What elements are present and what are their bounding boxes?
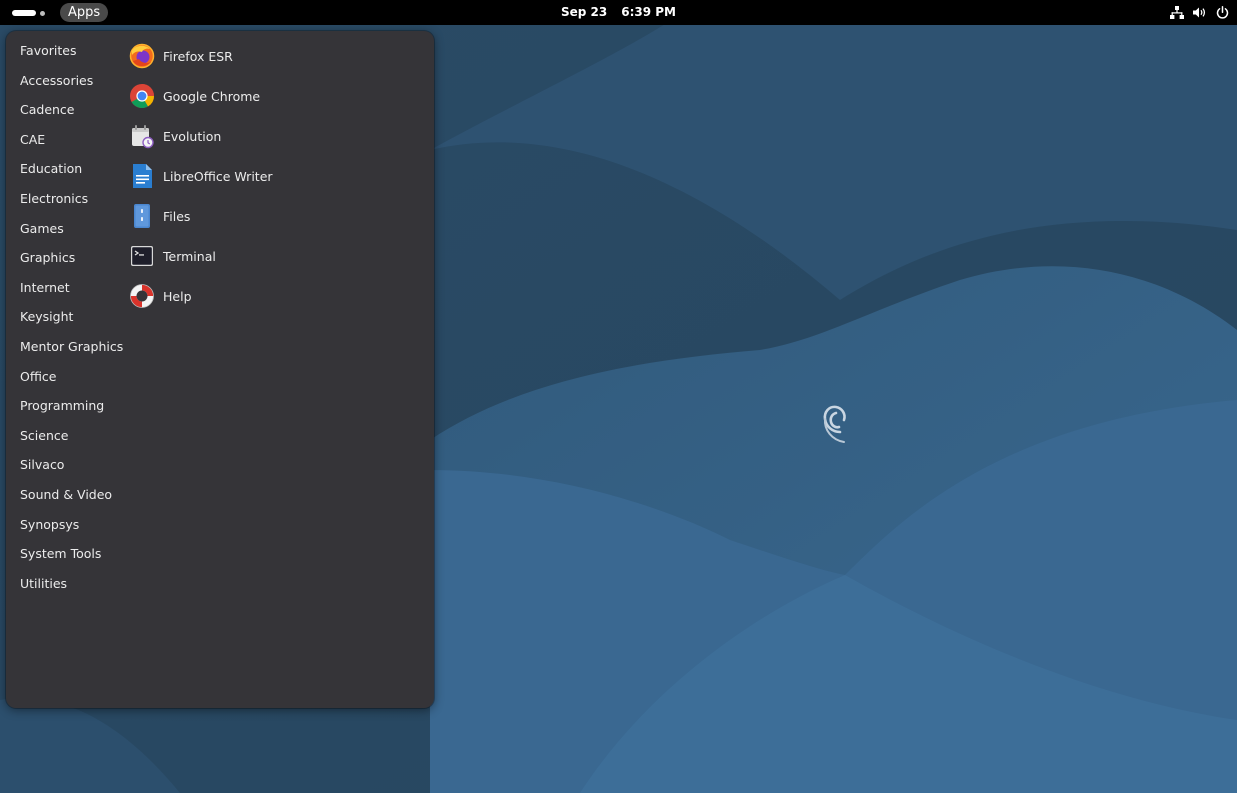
app-item-google-chrome[interactable]: Google Chrome — [129, 76, 273, 116]
help-icon — [129, 283, 155, 309]
app-item-label: LibreOffice Writer — [163, 168, 273, 184]
category-cadence[interactable]: Cadence — [6, 95, 121, 125]
app-item-evolution[interactable]: Evolution — [129, 116, 273, 156]
workspace-indicator-active — [12, 10, 36, 16]
category-internet[interactable]: Internet — [6, 273, 121, 303]
clock-date[interactable]: Sep 23 — [561, 5, 607, 19]
app-item-label: Help — [163, 288, 192, 304]
power-icon[interactable] — [1216, 6, 1229, 19]
app-item-terminal[interactable]: Terminal — [129, 236, 273, 276]
app-list: Firefox ESR Google Chrome Evolution Libr… — [129, 36, 273, 316]
volume-icon[interactable] — [1193, 6, 1207, 19]
firefox-icon — [129, 43, 155, 69]
category-utilities[interactable]: Utilities — [6, 569, 121, 599]
category-mentor-graphics[interactable]: Mentor Graphics — [6, 332, 123, 362]
clock-time[interactable]: 6:39 PM — [621, 5, 676, 19]
app-item-files[interactable]: Files — [129, 196, 273, 236]
app-item-label: Evolution — [163, 128, 222, 144]
category-graphics[interactable]: Graphics — [6, 243, 121, 273]
category-synopsys[interactable]: Synopsys — [6, 510, 121, 540]
evolution-icon — [129, 123, 155, 149]
category-electronics[interactable]: Electronics — [6, 184, 121, 214]
app-item-label: Terminal — [163, 248, 216, 264]
workspace-indicator — [40, 11, 45, 16]
libreoffice-writer-icon — [129, 163, 155, 189]
category-favorites[interactable]: Favorites — [6, 36, 121, 66]
category-programming[interactable]: Programming — [6, 391, 121, 421]
app-item-label: Files — [163, 208, 191, 224]
activities-button[interactable] — [12, 4, 48, 21]
category-games[interactable]: Games — [6, 214, 121, 244]
category-silvaco[interactable]: Silvaco — [6, 450, 121, 480]
app-item-label: Google Chrome — [163, 88, 261, 104]
category-cae[interactable]: CAE — [6, 125, 121, 155]
category-office[interactable]: Office — [6, 362, 121, 392]
category-list: Favorites Accessories Cadence CAE Educat… — [6, 36, 123, 599]
category-education[interactable]: Education — [6, 154, 121, 184]
app-item-label: Firefox ESR — [163, 48, 233, 64]
top-panel: Apps Sep 23 6:39 PM — [0, 0, 1237, 25]
clock: Sep 23 6:39 PM — [0, 0, 1237, 25]
category-system-tools[interactable]: System Tools — [6, 539, 121, 569]
category-keysight[interactable]: Keysight — [6, 302, 121, 332]
app-item-help[interactable]: Help — [129, 276, 273, 316]
apps-button[interactable]: Apps — [60, 3, 109, 22]
category-science[interactable]: Science — [6, 421, 121, 451]
app-item-firefox[interactable]: Firefox ESR — [129, 36, 273, 76]
system-tray[interactable] — [1170, 0, 1229, 25]
category-accessories[interactable]: Accessories — [6, 66, 121, 96]
app-item-libreoffice-writer[interactable]: LibreOffice Writer — [129, 156, 273, 196]
terminal-icon — [129, 243, 155, 269]
category-sound-video[interactable]: Sound & Video — [6, 480, 121, 510]
files-icon — [129, 203, 155, 229]
applications-menu: Favorites Accessories Cadence CAE Educat… — [6, 31, 434, 708]
chrome-icon — [129, 83, 155, 109]
debian-swirl-icon — [823, 405, 846, 443]
network-icon[interactable] — [1170, 6, 1184, 19]
desktop[interactable]: Apps Sep 23 6:39 PM Favorites Accessorie… — [0, 0, 1237, 793]
